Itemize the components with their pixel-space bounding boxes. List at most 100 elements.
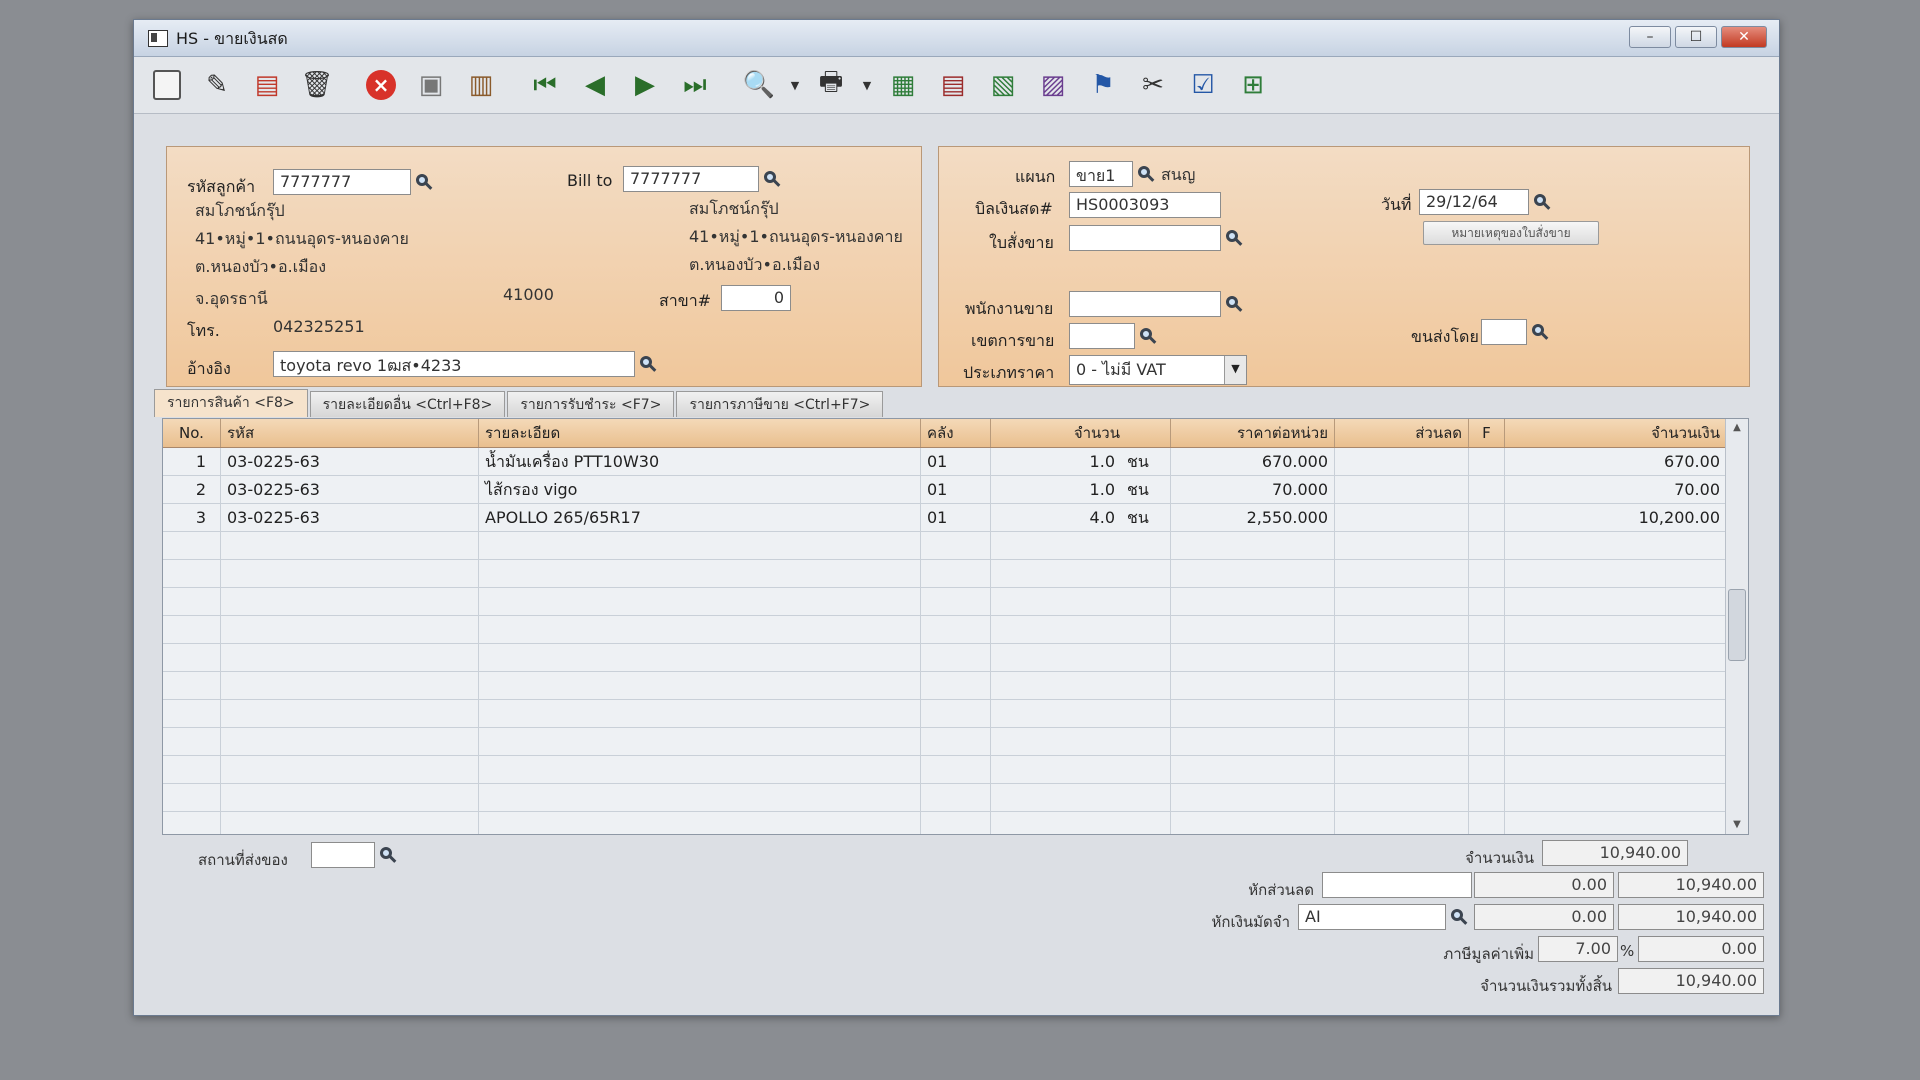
- table-row[interactable]: 2 03-0225-63 ไส้กรอง vigo 01 1.0 ชน 70.0…: [163, 476, 1726, 504]
- scissors-icon[interactable]: ✂: [1132, 64, 1174, 106]
- approve-icon[interactable]: ⚑: [1082, 64, 1124, 106]
- salesperson-search-icon[interactable]: [1221, 291, 1247, 317]
- column-separator: [920, 532, 921, 559]
- chart-icon[interactable]: ▧: [982, 64, 1024, 106]
- col-unit-price[interactable]: ราคาต่อหน่วย: [1171, 419, 1335, 447]
- chevron-down-icon[interactable]: ▼: [788, 64, 802, 106]
- empty-row[interactable]: [163, 560, 1726, 588]
- deposit-code-field[interactable]: AI: [1298, 904, 1446, 930]
- last-record-icon[interactable]: ⏭: [674, 64, 716, 106]
- empty-row[interactable]: [163, 588, 1726, 616]
- tab-payments[interactable]: รายการรับชำระ <F7>: [507, 391, 675, 417]
- next-record-icon[interactable]: ▶: [624, 64, 666, 106]
- col-warehouse[interactable]: คลัง: [921, 419, 991, 447]
- ship-place-field[interactable]: [311, 842, 375, 868]
- find-doc-icon[interactable]: 🔍: [738, 64, 780, 106]
- empty-row[interactable]: [163, 644, 1726, 672]
- column-separator: [478, 560, 479, 587]
- cancel-icon[interactable]: ×: [360, 64, 402, 106]
- discount-text-field[interactable]: [1322, 872, 1472, 898]
- close-button[interactable]: ✕: [1721, 26, 1767, 48]
- print-icon[interactable]: 🖶: [810, 64, 852, 106]
- column-separator: [1468, 700, 1469, 727]
- summary-icon[interactable]: ▨: [1032, 64, 1074, 106]
- bill-to-field[interactable]: 7777777: [623, 166, 759, 192]
- save-icon[interactable]: ▣: [410, 64, 452, 106]
- date-picker-icon[interactable]: [1529, 189, 1555, 215]
- deposit-value-field: 0.00: [1474, 904, 1614, 930]
- empty-row[interactable]: [163, 700, 1726, 728]
- col-code[interactable]: รหัส: [221, 419, 479, 447]
- ship-place-search-icon[interactable]: [375, 842, 401, 868]
- dept-search-icon[interactable]: [1133, 161, 1159, 187]
- salesperson-field[interactable]: [1069, 291, 1221, 317]
- calculator-icon[interactable]: ▦: [882, 64, 924, 106]
- reference-search-icon[interactable]: [635, 351, 661, 377]
- edit-doc-icon[interactable]: ✎: [196, 64, 238, 106]
- network-icon[interactable]: ⊞: [1232, 64, 1274, 106]
- empty-row[interactable]: [163, 616, 1726, 644]
- col-discount[interactable]: ส่วนลด: [1335, 419, 1469, 447]
- branch-field[interactable]: 0: [721, 285, 791, 311]
- table-row[interactable]: 3 03-0225-63 APOLLO 265/65R17 01 4.0 ชน …: [163, 504, 1726, 532]
- scroll-thumb[interactable]: [1728, 589, 1746, 661]
- column-separator: [920, 728, 921, 755]
- bill-no-field[interactable]: HS0003093: [1069, 192, 1221, 218]
- void-doc-icon[interactable]: ▤: [246, 64, 288, 106]
- scroll-down-icon[interactable]: ▼: [1726, 816, 1748, 834]
- dept-code-field[interactable]: ขาย1: [1069, 161, 1133, 187]
- bill-to-search-icon[interactable]: [759, 166, 785, 192]
- tab-items[interactable]: รายการสินค้า <F8>: [154, 389, 308, 417]
- col-flag[interactable]: F: [1469, 419, 1505, 447]
- ok-icon[interactable]: ☑: [1182, 64, 1224, 106]
- chevron-down-icon[interactable]: ▼: [860, 64, 874, 106]
- price-type-select[interactable]: 0 - ไม่มี VAT ▼: [1069, 355, 1247, 385]
- empty-row[interactable]: [163, 784, 1726, 812]
- row-warehouse: 01: [921, 448, 991, 475]
- first-record-icon[interactable]: ⏮: [524, 64, 566, 106]
- col-quantity[interactable]: จำนวน: [991, 419, 1171, 447]
- maximize-button[interactable]: ☐: [1675, 26, 1717, 48]
- minimize-button[interactable]: –: [1629, 26, 1671, 48]
- sales-area-search-icon[interactable]: [1135, 323, 1161, 349]
- trash-icon[interactable]: 🗑: [296, 64, 338, 106]
- tab-other-details[interactable]: รายละเอียดอื่น <Ctrl+F8>: [309, 391, 506, 417]
- column-separator: [478, 812, 479, 834]
- tab-sales-tax[interactable]: รายการภาษีขาย <Ctrl+F7>: [676, 391, 884, 417]
- empty-row[interactable]: [163, 672, 1726, 700]
- col-description[interactable]: รายละเอียด: [479, 419, 921, 447]
- table-row[interactable]: 1 03-0225-63 น้ำมันเครื่อง PTT10W30 01 1…: [163, 448, 1726, 476]
- scroll-up-icon[interactable]: ▲: [1726, 419, 1748, 437]
- sales-area-field[interactable]: [1069, 323, 1135, 349]
- customer-postcode: 41000: [503, 285, 554, 304]
- customer-search-icon[interactable]: [411, 169, 437, 195]
- amount-field: 10,940.00: [1542, 840, 1688, 866]
- col-no[interactable]: No.: [163, 419, 221, 447]
- grid-scrollbar[interactable]: ▲ ▼: [1725, 419, 1748, 834]
- order-note-button[interactable]: หมายเหตุของใบสั่งขาย: [1423, 221, 1599, 245]
- ship-by-field[interactable]: [1481, 319, 1527, 345]
- empty-row[interactable]: [163, 756, 1726, 784]
- column-separator: [1504, 532, 1505, 559]
- books-icon[interactable]: ▥: [460, 64, 502, 106]
- empty-row[interactable]: [163, 728, 1726, 756]
- report-icon[interactable]: ▤: [932, 64, 974, 106]
- ship-by-search-icon[interactable]: [1527, 319, 1553, 345]
- window-controls: – ☐ ✕: [1629, 26, 1767, 48]
- reference-field[interactable]: toyota revo 1ฒส•4233: [273, 351, 635, 377]
- row-description: ไส้กรอง vigo: [479, 476, 921, 503]
- customer-code-field[interactable]: 7777777: [273, 169, 411, 195]
- sales-order-search-icon[interactable]: [1221, 225, 1247, 251]
- previous-record-icon[interactable]: ◀: [574, 64, 616, 106]
- empty-row[interactable]: [163, 532, 1726, 560]
- chevron-down-icon[interactable]: ▼: [1224, 356, 1246, 384]
- new-doc-icon[interactable]: [146, 64, 188, 106]
- col-amount[interactable]: จำนวนเงิน: [1505, 419, 1726, 447]
- empty-row[interactable]: [163, 812, 1726, 834]
- sales-order-field[interactable]: [1069, 225, 1221, 251]
- column-separator: [920, 644, 921, 671]
- column-separator: [478, 644, 479, 671]
- column-separator: [1170, 812, 1171, 834]
- deposit-search-icon[interactable]: [1446, 904, 1472, 930]
- date-field[interactable]: 29/12/64: [1419, 189, 1529, 215]
